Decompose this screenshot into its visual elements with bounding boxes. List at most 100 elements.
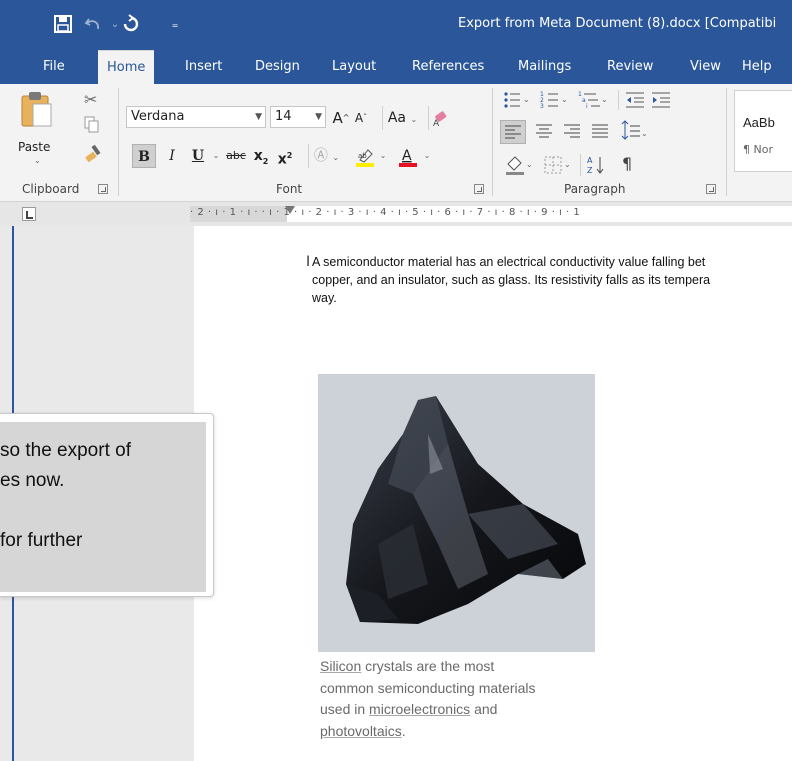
shrink-font-button[interactable]: Aˇ — [352, 106, 370, 130]
popup-line: for further — [0, 530, 83, 551]
svg-text:Z: Z — [587, 166, 593, 175]
tab-help[interactable]: Help — [733, 50, 781, 84]
numbering-icon[interactable]: 1 2 3 ⌄ — [540, 90, 570, 114]
font-size-value: 14 — [275, 109, 292, 124]
italic-button[interactable]: I — [162, 144, 182, 168]
align-center-icon[interactable] — [532, 120, 556, 146]
tab-view[interactable]: View — [681, 50, 730, 84]
group-divider — [118, 88, 119, 196]
underline-dropdown-icon[interactable]: ⌄ — [210, 144, 222, 168]
bullets-icon[interactable]: ⌄ — [502, 90, 532, 114]
tab-references[interactable]: References — [403, 50, 493, 84]
sort-icon[interactable]: AZ — [586, 154, 608, 180]
font-name-box[interactable]: Verdana ▼ — [126, 106, 266, 128]
redo-icon[interactable] — [120, 14, 142, 36]
font-name-value: Verdana — [131, 109, 185, 124]
svg-text:⌄: ⌄ — [561, 95, 568, 104]
font-color-dropdown-icon[interactable]: ⌄ — [422, 144, 432, 168]
clipboard-group-label: Clipboard — [22, 182, 80, 196]
cut-icon[interactable]: ✂ — [84, 90, 97, 109]
body-paragraph[interactable]: A semiconductor material has an electric… — [312, 253, 792, 307]
styles-gallery[interactable]: AaBb ¶ Nor — [734, 90, 792, 172]
style-name-preview: ¶ Nor — [743, 143, 773, 156]
svg-text:ab: ab — [358, 152, 367, 160]
underline-button[interactable]: U — [186, 144, 210, 168]
tab-layout[interactable]: Layout — [323, 50, 385, 84]
subscript-button[interactable]: x2 — [252, 144, 270, 168]
decrease-indent-icon[interactable] — [624, 90, 646, 114]
line-spacing-icon[interactable]: ⌄ — [618, 120, 648, 146]
title-bar: ⌄ ₌ Export from Meta Document (8).docx [… — [0, 0, 792, 50]
chevron-down-icon: ▼ — [315, 112, 322, 122]
paste-button[interactable]: Paste ⌄ — [18, 90, 66, 170]
customize-qat-icon[interactable]: ₌ — [164, 14, 186, 36]
popup-line: es now. — [0, 470, 65, 491]
font-launcher-icon[interactable] — [474, 184, 484, 194]
notification-popup: so the export of es now. for further — [0, 413, 214, 597]
caption-text: crystals are the most — [361, 658, 495, 674]
svg-text:3: 3 — [540, 103, 544, 110]
paragraph-launcher-icon[interactable] — [706, 184, 716, 194]
bold-button[interactable]: B — [132, 144, 156, 168]
popup-line: so the export of — [0, 440, 131, 461]
tab-review[interactable]: Review — [598, 50, 662, 84]
tab-file[interactable]: File — [34, 50, 74, 84]
copy-icon[interactable] — [84, 116, 100, 138]
ruler-row: · 2 · ı · 1 · ı · · ı · 1 · ı · 2 · ı · … — [0, 202, 792, 226]
shading-icon[interactable]: ⌄ — [504, 154, 536, 180]
borders-icon[interactable]: ⌄ — [542, 154, 574, 180]
microelectronics-link[interactable]: microelectronics — [369, 701, 470, 717]
chevron-down-icon: ▼ — [255, 112, 262, 122]
tab-home[interactable]: Home — [98, 50, 155, 84]
paragraph-line: copper, and an insulator, such as glass.… — [312, 273, 711, 287]
font-color-icon[interactable]: A — [396, 144, 420, 168]
highlight-icon[interactable]: ab — [354, 144, 376, 168]
caption-text: used in — [320, 701, 370, 717]
style-preview: AaBb — [743, 115, 775, 130]
horizontal-ruler[interactable]: · 2 · ı · 1 · ı · · ı · 1 · ı · 2 · ı · … — [190, 206, 792, 222]
font-group-label: Font — [276, 182, 303, 196]
photovoltaics-link[interactable]: photovoltaics — [320, 723, 402, 739]
svg-text:⌄: ⌄ — [564, 160, 571, 169]
divider — [580, 154, 581, 176]
font-size-box[interactable]: 14 ▼ — [270, 106, 326, 128]
save-icon[interactable] — [52, 14, 74, 36]
grow-font-button[interactable]: A^ — [332, 106, 350, 130]
group-divider — [492, 88, 493, 196]
increase-indent-icon[interactable] — [650, 90, 672, 114]
undo-icon[interactable] — [82, 14, 104, 36]
tab-insert[interactable]: Insert — [176, 50, 231, 84]
svg-text:i: i — [586, 103, 588, 110]
show-formatting-icon[interactable]: ¶ — [622, 154, 632, 173]
change-case-button[interactable]: Aa ⌄ — [382, 106, 422, 130]
justify-icon[interactable] — [588, 120, 612, 146]
tab-selector-icon[interactable] — [22, 207, 36, 221]
paste-label: Paste — [18, 140, 51, 154]
highlight-dropdown-icon[interactable]: ⌄ — [378, 144, 388, 168]
paragraph-line: A semiconductor material has an electric… — [312, 255, 706, 269]
text-effects-button[interactable]: Ⓐ ⌄ — [308, 144, 344, 168]
format-painter-icon[interactable] — [84, 142, 104, 166]
align-left-button[interactable] — [500, 120, 526, 144]
group-divider — [726, 88, 727, 196]
ribbon: Paste ⌄ ✂ Clipboard Verdana ▼ 14 ▼ A^ Aˇ… — [0, 84, 792, 202]
svg-text:A: A — [433, 119, 440, 127]
align-right-icon[interactable] — [560, 120, 584, 146]
tab-mailings[interactable]: Mailings — [509, 50, 580, 84]
popup-body: so the export of es now. for further — [0, 422, 206, 592]
caption-text: and — [470, 701, 498, 717]
silicon-link[interactable]: Silicon — [320, 658, 361, 674]
clipboard-launcher-icon[interactable] — [98, 184, 108, 194]
svg-text:A: A — [402, 148, 412, 164]
svg-text:A: A — [587, 156, 593, 165]
clear-formatting-icon[interactable]: A — [428, 106, 452, 130]
paste-dropdown-icon: ⌄ — [34, 156, 41, 165]
strikethrough-button[interactable]: abc — [224, 144, 248, 168]
silicon-crystal-image[interactable] — [318, 374, 595, 652]
first-line-indent-marker[interactable] — [285, 206, 295, 214]
caption-text: common semiconducting materials — [320, 679, 536, 696]
tab-design[interactable]: Design — [246, 50, 309, 84]
multilevel-list-icon[interactable]: 1 a i ⌄ — [578, 90, 610, 114]
ruler-ticks: · 2 · ı · 1 · ı · · ı · 1 · ı · 2 · ı · … — [190, 207, 581, 218]
superscript-button[interactable]: x2 — [276, 144, 294, 168]
